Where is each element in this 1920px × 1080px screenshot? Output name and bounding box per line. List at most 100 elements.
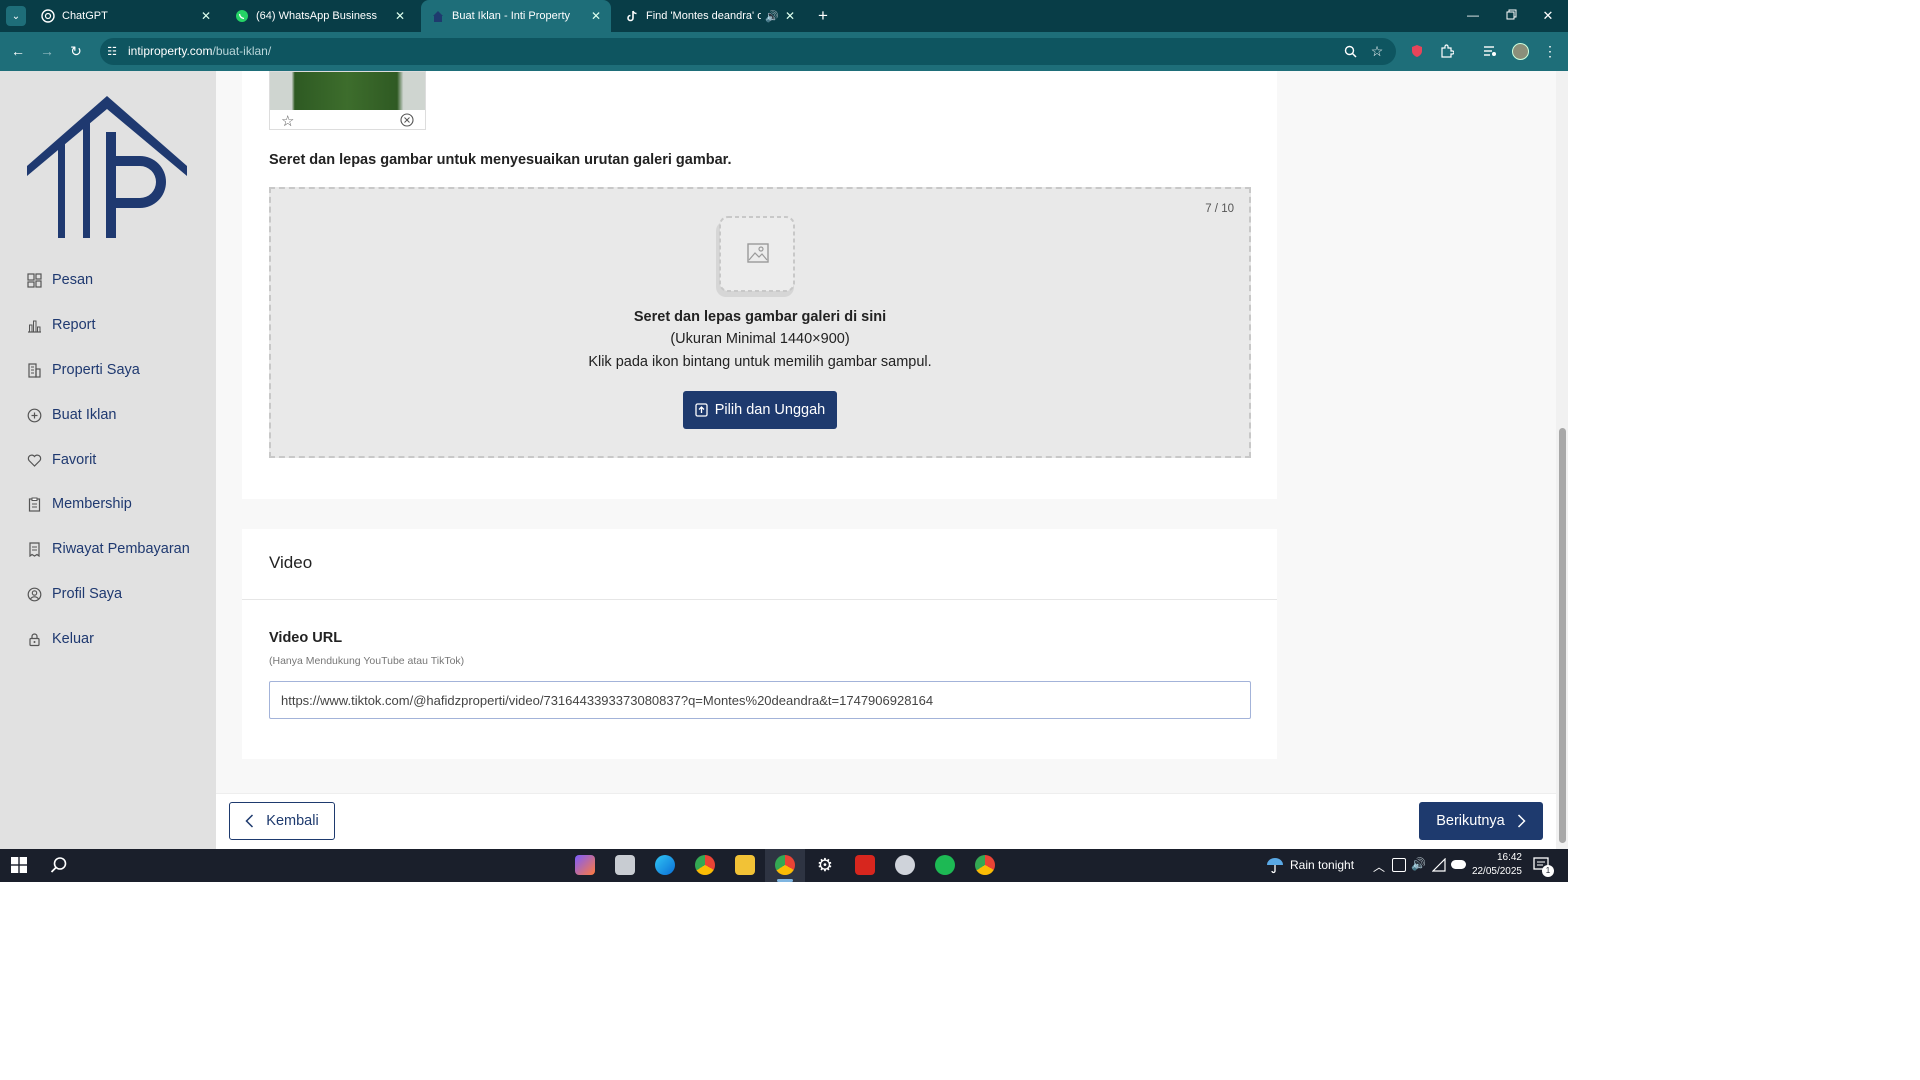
- folder-icon[interactable]: [735, 855, 755, 875]
- tab-chatgpt[interactable]: ChatGPT ✕: [31, 0, 221, 32]
- bookmark-star-icon[interactable]: ☆: [1369, 43, 1385, 59]
- address-bar[interactable]: [100, 38, 1396, 65]
- tab-search-button[interactable]: ⌄: [6, 6, 26, 26]
- windows-start-icon[interactable]: [11, 857, 27, 873]
- url-text[interactable]: intiproperty.com/buat-iklan/: [128, 44, 271, 58]
- sidebar-item-buat-iklan[interactable]: Buat Iklan: [26, 404, 117, 426]
- zoom-icon[interactable]: [1342, 43, 1358, 59]
- chevron-right-icon: [1517, 814, 1526, 828]
- active-app-indicator: [777, 879, 793, 882]
- thumbnail-photo: [270, 72, 425, 110]
- back-arrow-icon[interactable]: ←: [10, 43, 26, 59]
- scrollbar-thumb[interactable]: [1559, 428, 1566, 843]
- wps-icon[interactable]: [895, 855, 915, 875]
- chevron-down-icon: ⌄: [11, 10, 21, 22]
- restore-icon: [1506, 7, 1517, 25]
- plus-circle-icon: [26, 407, 42, 423]
- clock-date: 22/05/2025: [1471, 866, 1522, 877]
- sidebar-item-profil-saya[interactable]: Profil Saya: [26, 583, 122, 605]
- back-button[interactable]: Kembali: [229, 802, 335, 840]
- copilot-icon[interactable]: [575, 855, 595, 875]
- close-icon[interactable]: ✕: [395, 9, 405, 23]
- volume-icon[interactable]: 🔊: [1411, 857, 1426, 871]
- video-url-label: Video URL: [269, 630, 343, 646]
- restore-button[interactable]: [1501, 8, 1521, 24]
- form-footer: [216, 793, 1556, 849]
- new-tab-button[interactable]: +: [813, 6, 833, 26]
- spotify-icon[interactable]: [935, 855, 955, 875]
- gallery-instruction: Seret dan lepas gambar untuk menyesuaika…: [269, 152, 732, 168]
- tab-title: ChatGPT: [62, 10, 108, 22]
- sidebar-item-keluar[interactable]: Keluar: [26, 628, 94, 650]
- video-card: [242, 529, 1277, 759]
- shield-extension-icon[interactable]: [1409, 43, 1425, 59]
- sidebar-item-favorit[interactable]: Favorit: [26, 449, 96, 471]
- sidebar-item-pesan[interactable]: Pesan: [26, 269, 93, 291]
- clipboard-icon: [26, 496, 42, 512]
- upload-button[interactable]: Pilih dan Unggah: [683, 391, 837, 429]
- upload-label: Pilih dan Unggah: [714, 402, 826, 418]
- sidebar-item-label: Favorit: [52, 452, 97, 468]
- minimize-button[interactable]: —: [1463, 8, 1483, 24]
- next-button[interactable]: Berikutnya: [1419, 802, 1543, 840]
- kebab-menu-icon[interactable]: ⋮: [1542, 43, 1558, 59]
- taskbar-search-icon[interactable]: [50, 856, 68, 874]
- video-section-divider: [242, 599, 1277, 600]
- media-queue-icon[interactable]: [1482, 43, 1498, 59]
- video-url-input[interactable]: https://www.tiktok.com/@hafidzproperti/v…: [269, 681, 1251, 719]
- chrome-active-icon[interactable]: [775, 855, 795, 875]
- url-host: intiproperty.com: [128, 44, 213, 58]
- whatsapp-icon: [235, 9, 249, 23]
- back-label: Kembali: [266, 813, 319, 829]
- remove-circle-icon[interactable]: [400, 113, 414, 132]
- clock[interactable]: 16:42 22/05/2025: [1470, 851, 1522, 879]
- gallery-thumbnail[interactable]: ☆: [269, 71, 426, 130]
- acrobat-icon[interactable]: [855, 855, 875, 875]
- sidebar-item-properti-saya[interactable]: Properti Saya: [26, 359, 140, 381]
- tray-chevron-up-icon[interactable]: ︿: [1373, 858, 1385, 875]
- speaker-icon[interactable]: 🔊: [765, 10, 779, 23]
- close-icon: ✕: [1542, 8, 1554, 23]
- chrome-icon[interactable]: [695, 855, 715, 875]
- clock-time: 16:42: [1496, 852, 1522, 863]
- sidebar-item-label: Keluar: [52, 631, 94, 647]
- profile-avatar[interactable]: [1512, 43, 1529, 60]
- sidebar-item-membership[interactable]: Membership: [26, 493, 132, 515]
- close-window-button[interactable]: ✕: [1538, 8, 1558, 24]
- sidebar-item-report[interactable]: Report: [26, 314, 96, 336]
- close-icon[interactable]: ✕: [201, 9, 211, 23]
- tab-buat-iklan[interactable]: Buat Iklan - Inti Property ✕: [421, 0, 611, 32]
- site-info-icon[interactable]: ☷: [104, 43, 120, 59]
- chevron-left-icon: [245, 814, 254, 828]
- sidebar-item-label: Buat Iklan: [52, 407, 117, 423]
- drop-hint: Klik pada ikon bintang untuk memilih gam…: [588, 354, 932, 370]
- sidebar-item-riwayat-pembayaran[interactable]: Riwayat Pembayaran: [26, 538, 190, 560]
- file-manager-icon[interactable]: [615, 855, 635, 875]
- sidebar-item-label: Membership: [52, 496, 132, 512]
- extensions-puzzle-icon[interactable]: [1439, 43, 1455, 59]
- cloud-icon[interactable]: [1451, 860, 1466, 869]
- site-logo[interactable]: [24, 94, 190, 240]
- tab-whatsapp[interactable]: (64) WhatsApp Business ✕: [225, 0, 415, 32]
- lock-icon: [26, 631, 42, 647]
- tab-tiktok[interactable]: Find 'Montes deandra' on T 🔊 ✕: [615, 0, 805, 32]
- reload-icon[interactable]: ↻: [68, 43, 84, 59]
- edge-icon[interactable]: [655, 855, 675, 875]
- close-icon[interactable]: ✕: [785, 9, 795, 23]
- sidebar-item-label: Riwayat Pembayaran: [52, 541, 190, 557]
- wifi-icon[interactable]: [1431, 857, 1446, 872]
- weather-widget[interactable]: Rain tonight: [1266, 856, 1354, 874]
- forward-arrow-icon[interactable]: →: [39, 43, 55, 59]
- video-section-title: Video: [269, 553, 313, 572]
- url-path: /buat-iklan/: [212, 44, 272, 58]
- sidebar-item-label: Properti Saya: [52, 362, 140, 378]
- network-icon[interactable]: [1392, 858, 1406, 872]
- sidebar-item-label: Profil Saya: [52, 586, 123, 602]
- tab-title: Buat Iklan - Inti Property: [452, 10, 570, 22]
- notification-button[interactable]: 1: [1533, 856, 1554, 877]
- receipt-icon: [26, 541, 42, 557]
- chrome-profile-icon[interactable]: [975, 855, 995, 875]
- star-icon[interactable]: ☆: [281, 112, 294, 130]
- close-icon[interactable]: ✕: [591, 9, 601, 23]
- settings-gear-icon[interactable]: ⚙: [815, 855, 835, 875]
